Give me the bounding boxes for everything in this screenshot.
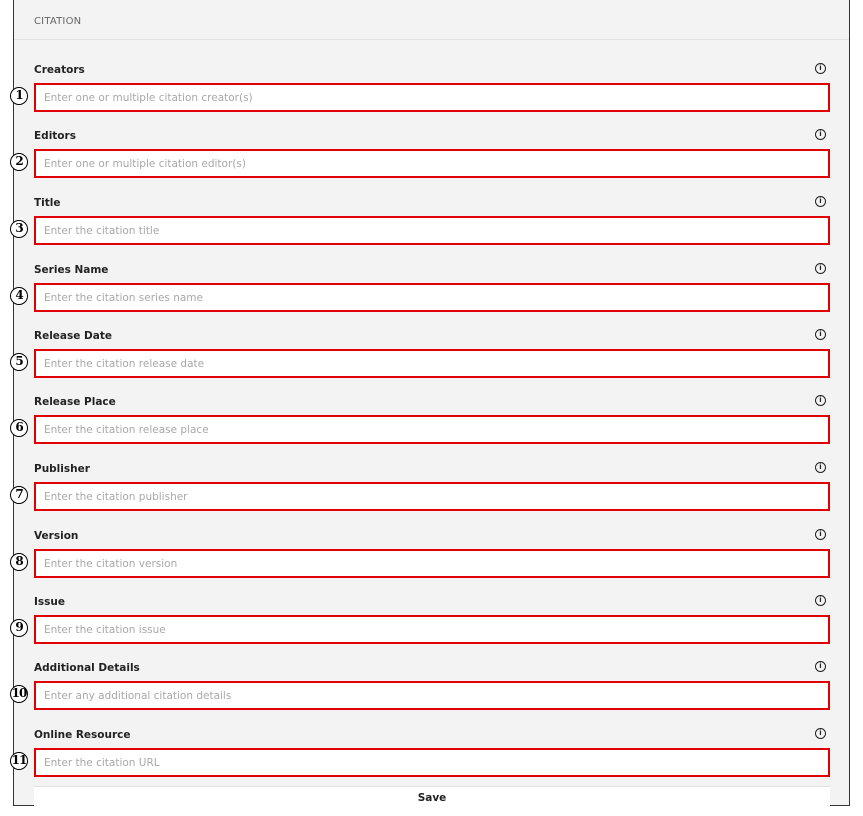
info-icon[interactable]: i <box>815 196 826 207</box>
title-input[interactable] <box>34 216 830 245</box>
info-icon[interactable]: i <box>815 462 826 473</box>
field-label: Publisher <box>34 463 90 475</box>
release-place-input[interactable] <box>34 415 830 444</box>
info-icon[interactable]: i <box>815 529 826 540</box>
info-icon[interactable]: i <box>815 661 826 672</box>
info-icon[interactable]: i <box>815 129 826 140</box>
info-icon[interactable]: i <box>815 395 826 406</box>
field-additional-details: Additional Details i 10 <box>10 661 849 728</box>
field-label: Release Date <box>34 330 112 342</box>
field-publisher: Publisher i 7 <box>10 462 849 529</box>
field-label: Additional Details <box>34 662 140 674</box>
field-title: Title i 3 <box>10 196 849 263</box>
field-label: Online Resource <box>34 729 131 741</box>
annotation-marker: 1 <box>10 87 28 105</box>
publisher-input[interactable] <box>34 482 830 511</box>
save-button[interactable]: Save <box>34 786 830 809</box>
series-name-input[interactable] <box>34 283 830 312</box>
annotation-marker: 4 <box>10 287 28 305</box>
online-resource-input[interactable] <box>34 748 830 777</box>
version-input[interactable] <box>34 549 830 578</box>
info-icon[interactable]: i <box>815 728 826 739</box>
field-label: Release Place <box>34 396 116 408</box>
field-release-date: Release Date i 5 <box>10 329 849 396</box>
field-creators: Creators i 1 <box>10 63 849 130</box>
annotation-marker: 10 <box>10 685 28 703</box>
citation-panel: CITATION Creators i 1 Editors i 2 Title … <box>10 0 850 809</box>
release-date-input[interactable] <box>34 349 830 378</box>
annotation-marker: 7 <box>10 486 28 504</box>
field-label: Creators <box>34 64 85 76</box>
annotation-marker: 5 <box>10 353 28 371</box>
additional-details-input[interactable] <box>34 681 830 710</box>
field-label: Editors <box>34 130 76 142</box>
section-title: CITATION <box>34 16 82 27</box>
annotation-marker: 6 <box>10 419 28 437</box>
field-label: Issue <box>34 596 66 608</box>
info-icon[interactable]: i <box>815 329 826 340</box>
info-icon[interactable]: i <box>815 63 826 74</box>
issue-input[interactable] <box>34 615 830 644</box>
field-editors: Editors i 2 <box>10 129 849 196</box>
info-icon[interactable]: i <box>815 595 826 606</box>
annotation-marker: 9 <box>10 619 28 637</box>
annotation-marker: 3 <box>10 220 28 238</box>
annotation-marker: 2 <box>10 153 28 171</box>
creators-input[interactable] <box>34 83 830 112</box>
annotation-marker: 8 <box>10 553 28 571</box>
info-icon[interactable]: i <box>815 263 826 274</box>
field-issue: Issue i 9 <box>10 595 849 662</box>
field-label: Series Name <box>34 264 109 276</box>
field-series-name: Series Name i 4 <box>10 263 849 330</box>
editors-input[interactable] <box>34 149 830 178</box>
field-version: Version i 8 <box>10 529 849 596</box>
section-header: CITATION <box>14 0 849 40</box>
annotation-marker: 11 <box>10 752 28 770</box>
field-release-place: Release Place i 6 <box>10 395 849 462</box>
field-label: Title <box>34 197 61 209</box>
field-label: Version <box>34 530 79 542</box>
